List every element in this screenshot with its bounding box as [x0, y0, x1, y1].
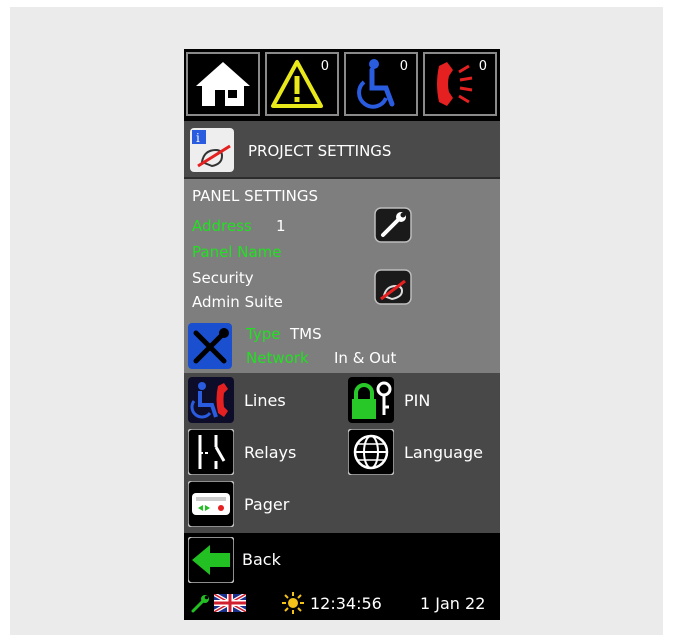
panel-name-label: Panel Name — [192, 243, 282, 261]
lines-label: Lines — [244, 391, 286, 410]
address-value: 1 — [276, 217, 286, 235]
clock-date: 1 Jan 22 — [420, 594, 486, 613]
panel-name-line-1: Security — [192, 269, 254, 287]
uk-flag-icon[interactable] — [214, 594, 246, 612]
svg-text:i: i — [196, 131, 200, 145]
type-value: TMS — [290, 325, 322, 343]
screen-header: i PROJECT SETTINGS — [184, 121, 500, 179]
edit-address-button[interactable] — [374, 207, 412, 243]
lock-key-icon — [348, 377, 394, 423]
alerts-count: 0 — [320, 59, 329, 74]
service-wrench-icon — [191, 595, 209, 613]
status-footer: 12:34:56 1 Jan 22 — [184, 585, 500, 620]
home-button[interactable] — [186, 52, 260, 116]
pager-label: Pager — [244, 495, 290, 514]
alerts-button[interactable]: 0 — [265, 52, 339, 116]
lines-icon — [188, 377, 234, 423]
assist-button[interactable]: 0 — [344, 52, 418, 116]
address-label: Address — [192, 217, 252, 235]
pin-label: PIN — [404, 391, 431, 410]
menu-item-relays[interactable]: Relays — [188, 429, 328, 475]
back-button[interactable]: Back — [184, 533, 500, 585]
settings-menu: Lines PIN Relays Language Pager — [184, 373, 500, 533]
network-label: Network — [246, 349, 309, 367]
type-label: Type — [246, 325, 281, 343]
relays-label: Relays — [244, 443, 297, 462]
menu-item-lines[interactable]: Lines — [188, 377, 328, 423]
system-type-button[interactable] — [188, 323, 232, 369]
menu-item-language[interactable]: Language — [348, 429, 498, 475]
menu-item-pager[interactable]: Pager — [188, 481, 328, 527]
assist-count: 0 — [399, 59, 408, 74]
home-icon — [196, 62, 250, 106]
top-status-bar: 0 0 0 — [184, 49, 500, 121]
panel-settings-section: PANEL SETTINGS Address 1 Panel Name Secu… — [184, 179, 500, 373]
device-screen: 0 0 0 i PROJECT SETTINGS PANEL SETTINGS … — [184, 49, 500, 620]
calls-button[interactable]: 0 — [423, 52, 497, 116]
project-settings-icon: i — [190, 128, 234, 172]
language-label: Language — [404, 443, 483, 462]
globe-icon — [348, 429, 394, 475]
panel-settings-heading: PANEL SETTINGS — [192, 187, 319, 205]
menu-item-pin[interactable]: PIN — [348, 377, 488, 423]
clock-time: 12:34:56 — [310, 594, 382, 613]
panel-name-line-2: Admin Suite — [192, 293, 283, 311]
edit-panel-name-button[interactable] — [374, 269, 412, 305]
network-value: In & Out — [334, 349, 397, 367]
back-label: Back — [242, 550, 281, 569]
back-arrow-icon — [188, 537, 234, 583]
calls-count: 0 — [478, 59, 487, 74]
relay-switch-icon — [188, 429, 234, 475]
pager-icon — [188, 481, 234, 527]
page-title: PROJECT SETTINGS — [248, 142, 392, 160]
sun-icon — [282, 592, 304, 614]
